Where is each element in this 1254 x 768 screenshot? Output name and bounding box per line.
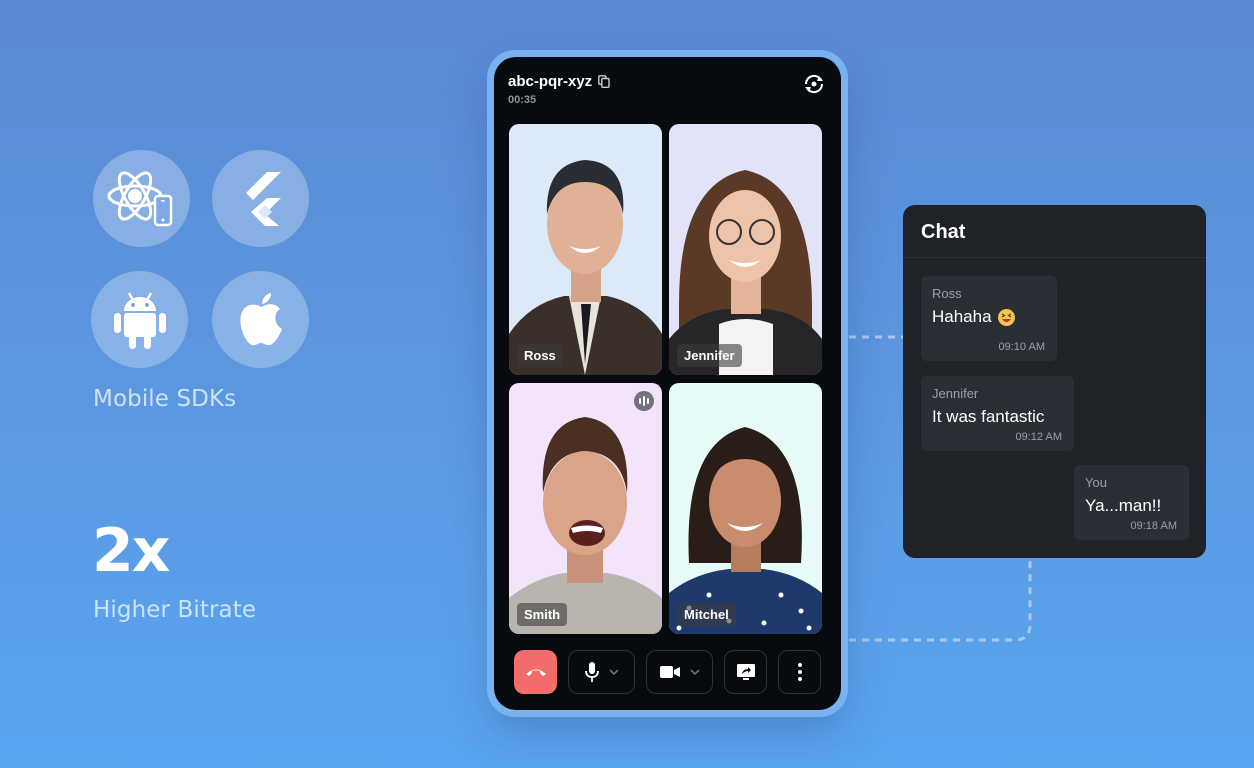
meeting-id-text: abc-pqr-xyz (508, 73, 593, 90)
message-text-row: Hahaha (932, 307, 1046, 327)
participant-name: Mitchel (677, 603, 736, 626)
participant-tile[interactable]: Ross (509, 124, 662, 375)
switch-camera-icon[interactable] (803, 73, 825, 95)
phone-mockup: abc-pqr-xyz 00:35 Ross Jennifer Smith Mi… (487, 50, 848, 717)
chat-message-own: You Ya...man!! 09:18 AM (1074, 465, 1189, 540)
android-icon (91, 271, 188, 368)
chat-panel: Chat Ross Hahaha 09:10 AM Jennifer It wa… (903, 205, 1206, 558)
chevron-down-icon[interactable] (689, 669, 700, 675)
speaking-indicator-icon (634, 391, 654, 411)
chat-divider (903, 257, 1206, 258)
call-controls (514, 650, 824, 694)
microphone-icon (584, 662, 599, 682)
flutter-icon (212, 150, 309, 247)
copy-icon[interactable] (598, 75, 610, 89)
message-text: Hahaha (932, 307, 992, 326)
microphone-button[interactable] (568, 650, 635, 694)
video-camera-icon (659, 666, 680, 678)
meeting-id: abc-pqr-xyz (508, 73, 610, 90)
sdk-icons-grid (91, 150, 311, 370)
participant-video (669, 427, 822, 634)
end-call-button[interactable] (514, 650, 557, 694)
message-time: 09:12 AM (1015, 431, 1062, 443)
participant-name: Jennifer (677, 344, 742, 367)
call-timer: 00:35 (508, 94, 537, 106)
chevron-down-icon[interactable] (608, 669, 619, 675)
more-vertical-icon (797, 663, 802, 681)
chat-title: Chat (921, 221, 966, 243)
sdk-label: Mobile SDKs (93, 386, 237, 412)
stat-label: Higher Bitrate (93, 597, 257, 623)
participant-name: Ross (517, 344, 563, 367)
message-text: Ya...man!! (1085, 496, 1162, 515)
message-sender: Jennifer (932, 386, 979, 401)
participant-video (669, 170, 822, 375)
chat-message: Jennifer It was fantastic 09:12 AM (921, 376, 1074, 451)
more-options-button[interactable] (778, 650, 821, 694)
participant-name: Smith (517, 603, 568, 626)
screen-share-icon (736, 664, 755, 680)
message-time: 09:18 AM (1130, 520, 1177, 532)
apple-icon (212, 271, 309, 368)
message-sender: You (1085, 475, 1107, 490)
participant-video (509, 160, 662, 375)
laughing-emoji-icon (997, 308, 1015, 326)
screen-share-button[interactable] (724, 650, 767, 694)
phone-hangup-icon (525, 669, 546, 676)
participant-tile[interactable]: Jennifer (669, 124, 822, 375)
participant-tile[interactable]: Smith (509, 383, 662, 634)
camera-button[interactable] (646, 650, 713, 694)
participant-tile[interactable]: Mitchel (669, 383, 822, 634)
video-call-screen: abc-pqr-xyz 00:35 Ross Jennifer Smith Mi… (494, 57, 841, 710)
message-sender: Ross (932, 286, 962, 301)
react-native-icon (93, 150, 190, 247)
message-time: 09:10 AM (998, 341, 1045, 353)
chat-message: Ross Hahaha 09:10 AM (921, 276, 1057, 361)
stat-value: 2x (92, 516, 170, 586)
participant-video (509, 417, 662, 634)
message-text: It was fantastic (932, 407, 1045, 426)
